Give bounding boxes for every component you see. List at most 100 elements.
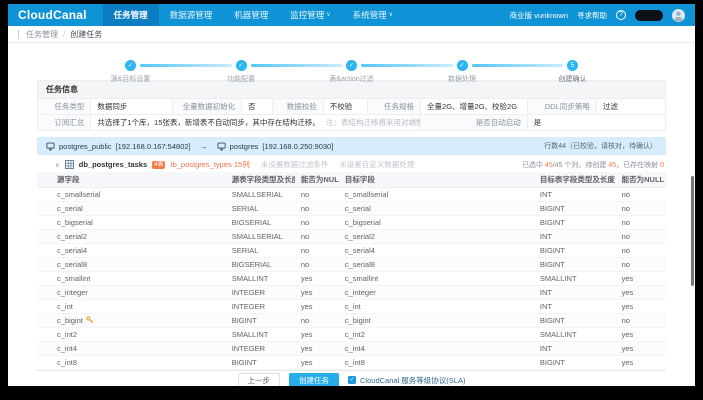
target-field-link[interactable]: c_int8 [339,356,534,370]
source-type-cell: INTEGER [226,342,295,356]
info-value-1: 否 [242,99,273,115]
source-type-cell: BIGINT [226,314,295,328]
target-null-cell: yes [616,328,666,342]
subscription-summary-text: 共选择了1个库，15张表，新增表不自动同步，其中存在结构迁移。 [97,118,320,127]
target-null-cell: yes [616,342,666,356]
source-field-cell: c_int2 [37,328,226,342]
target-field-link[interactable]: c_int [339,300,534,314]
target-field-link[interactable]: c_integer [339,286,534,300]
column-header-2: 能否为NULL [295,172,339,188]
column-header-1: 源表字段类型及长度 [226,172,295,188]
target-field-link[interactable]: c_serial8 [339,258,534,272]
column-header-3: 目标字段 [339,172,534,188]
filter-note: 未设置数据过滤条件 [261,159,329,170]
custom-processing-note: 未设置自定义数据处理 [339,159,414,170]
target-type-cell: BIGINT [534,258,616,272]
target-field-link[interactable]: c_serial [339,202,534,216]
vertical-scrollbar-thumb[interactable] [691,176,694,286]
target-null-cell: no [616,216,666,230]
table-row: c_serial4SERIALnoc_serial4BIGINTno [37,244,666,258]
target-field-link[interactable]: c_bigserial [339,216,534,230]
nav-item-3[interactable]: 监控管理∨ [279,4,341,26]
nav-item-1[interactable]: 数据源管理 [159,4,224,26]
brand-logo[interactable]: CloudCanal [18,8,87,22]
auto-start-value: 是 [527,115,665,131]
source-type-cell: INTEGER [226,286,295,300]
nav-item-0[interactable]: 任务管理 [103,4,159,26]
edition-label: 商业版 vunknown [510,10,568,21]
target-field-link[interactable]: c_smallint [339,272,534,286]
wizard-step-2[interactable]: ✓表&action过滤 [346,60,357,71]
dark-pill-toggle[interactable] [635,10,663,21]
primary-key-icon [86,316,94,324]
create-task-button[interactable]: 创建任务 [289,373,339,387]
sla-checkbox[interactable]: ✓ [348,376,356,384]
mapping-toolbar: ∨ db_postgres_tasks 4表 tb_postgres_types… [37,155,666,172]
breadcrumb-root[interactable]: 任务管理 [26,29,58,40]
source-null-cell: no [295,258,339,272]
target-field-link[interactable]: c_serial2 [339,230,534,244]
help-link[interactable]: 寻求帮助 [577,10,607,21]
breadcrumb-separator: / [63,30,65,39]
subscription-summary-label: 订阅汇总 [38,115,91,131]
schema-name: db_postgres_tasks [79,160,147,169]
target-null-cell: no [616,188,666,202]
source-type-cell: BIGSERIAL [226,258,295,272]
target-field-link[interactable]: c_int2 [339,328,534,342]
table-grid-icon [65,160,74,169]
step-check-icon: ✓ [236,60,247,71]
column-mapping-body: c_smallserialSMALLSERIALnoc_smallserialI… [37,188,666,370]
step-check-icon: ✓ [125,60,136,71]
info-label-0: 任务类型 [38,99,91,115]
source-null-cell: yes [295,300,339,314]
breadcrumb-divider [18,30,19,39]
chevron-down-icon[interactable]: ∨ [55,161,60,169]
caret-down-icon: ∨ [389,4,393,26]
source-null-cell: no [295,244,339,258]
table-name-link[interactable]: tb_postgres_types 15列 [170,159,249,170]
source-field-cell: c_int4 [37,342,226,356]
source-field-cell: c_bigserial [37,216,226,230]
column-headers-row: 源字段源表字段类型及长度能否为NULL目标字段目标表字段类型及长度能否为NULL [37,172,666,188]
info-value-2: 不校验 [323,99,367,115]
summary-part: 0 [660,162,664,169]
source-null-cell: yes [295,356,339,370]
previous-step-button[interactable]: 上一步 [238,373,281,387]
wizard-step-4[interactable]: 5创建确认 [567,60,578,71]
caret-down-icon: ∨ [326,4,330,26]
source-null-cell: yes [295,342,339,356]
source-datasource-addr: [192.168.0.167:54802] [116,142,191,151]
target-null-cell: yes [616,356,666,370]
target-type-cell: INT [534,342,616,356]
avatar[interactable] [672,9,685,22]
column-header-5: 能否为NULL [616,172,666,188]
target-datasource-addr: [192.168.0.250:9030] [262,142,333,151]
target-type-cell: INT [534,286,616,300]
nav-right: 商业版 vunknown 寻求帮助 ? [510,9,685,22]
nav-item-4[interactable]: 系统管理∨ [342,4,404,26]
table-row: c_serialSERIALnoc_serialBIGINTno [37,202,666,216]
column-mapping-table: 源字段源表字段类型及长度能否为NULL目标字段目标表字段类型及长度能否为NULL… [37,172,666,370]
question-icon[interactable]: ? [616,10,626,20]
source-null-cell: no [295,202,339,216]
wizard-step-0[interactable]: ✓源&目标设置 [125,60,136,71]
sla-agreement-label[interactable]: CloudCanal 服务等级协议(SLA) [360,375,465,386]
wizard-step-3[interactable]: ✓数据处理 [457,60,468,71]
target-field-link[interactable]: c_int4 [339,342,534,356]
target-field-link[interactable]: c_bigint [339,314,534,328]
nav-item-2[interactable]: 机器管理 [223,4,279,26]
target-field-link[interactable]: c_serial4 [339,244,534,258]
database-icon [217,142,226,151]
wizard-step-1[interactable]: ✓功能配置 [236,60,247,71]
step-check-icon: ✓ [346,60,357,71]
source-null-cell: no [295,216,339,230]
target-field-link[interactable]: c_smallserial [339,188,534,202]
table-row: c_bigserialBIGSERIALnoc_bigserialBIGINTn… [37,216,666,230]
step-connector [140,64,232,67]
table-row: c_intINTEGERyesc_intINTyes [37,300,666,314]
breadcrumb-current: 创建任务 [70,29,102,40]
task-info-row1: 任务类型数据同步全量数据初始化否数据校验不校验任务规格全量2G、增量2G、校验2… [38,99,666,115]
target-null-cell: yes [616,272,666,286]
table-row: c_integerINTEGERyesc_integerINTyes [37,286,666,300]
info-label-3: 任务规格 [367,99,420,115]
